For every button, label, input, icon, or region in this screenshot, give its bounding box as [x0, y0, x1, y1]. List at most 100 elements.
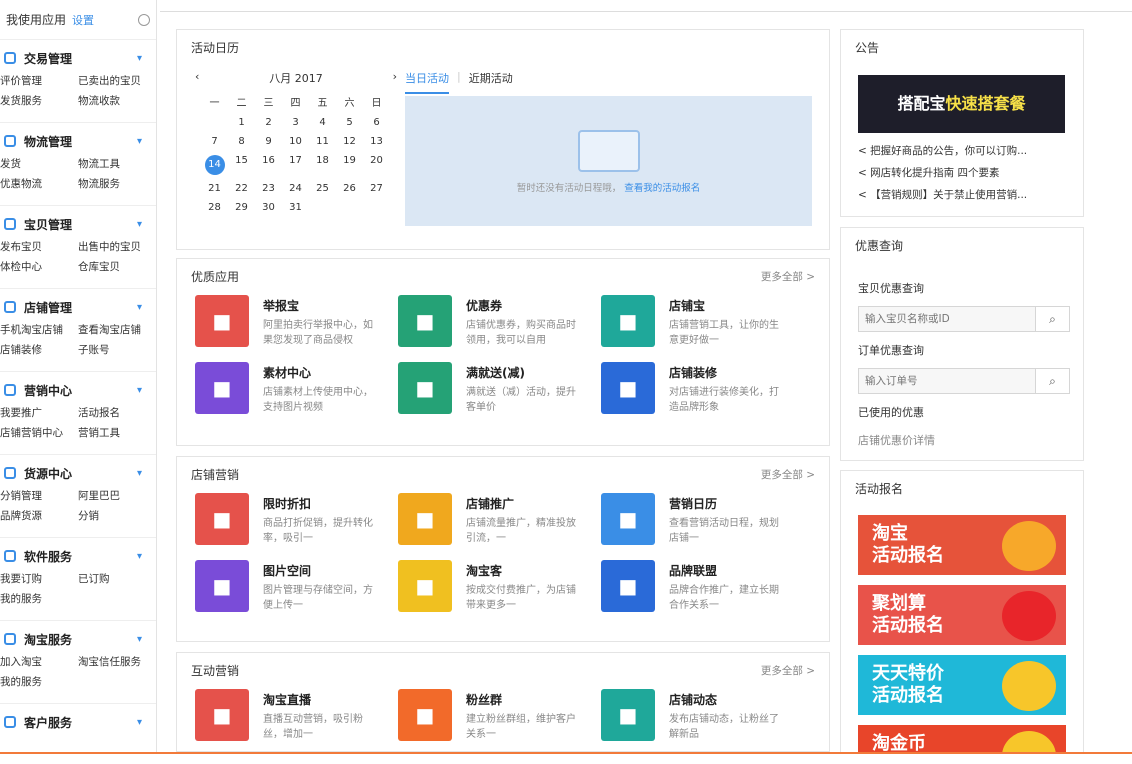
app-name[interactable]: 店铺宝 [669, 297, 781, 314]
app-name[interactable]: 粉丝群 [466, 691, 578, 708]
chevron-down-icon[interactable]: ▾ [137, 385, 142, 396]
app-tile[interactable]: ■ 店铺宝 店铺营销工具，让你的生意更好做一 [601, 295, 804, 348]
app-tile[interactable]: ■ 营销日历 查看营销活动日程，规划店铺一 [601, 493, 804, 546]
shop-section-more-link[interactable]: 更多全部 > [761, 457, 815, 493]
app-name[interactable]: 优惠券 [466, 297, 578, 314]
order-search-input[interactable] [859, 369, 1035, 393]
sidebar-item[interactable]: 子账号 [78, 342, 150, 357]
calendar-day[interactable]: 21 [201, 183, 228, 194]
calendar-day[interactable]: 28 [201, 202, 228, 213]
notice-banner[interactable]: 搭配宝快速搭套餐 [858, 75, 1065, 133]
calendar-day[interactable]: 31 [282, 202, 309, 213]
app-name[interactable]: 图片空间 [263, 562, 375, 579]
activity-promo-banner[interactable]: 聚划算 活动报名 [858, 585, 1066, 645]
sidebar-group-title[interactable]: 货源中心 ▾ [0, 461, 156, 485]
chevron-down-icon[interactable]: ▾ [137, 302, 142, 313]
sidebar-item[interactable]: 我要订购 [0, 571, 78, 586]
app-name[interactable]: 限时折扣 [263, 495, 375, 512]
calendar-day[interactable]: 9 [255, 136, 282, 147]
sidebar-item[interactable]: 我的服务 [0, 591, 78, 606]
next-month-icon[interactable]: › [393, 70, 397, 86]
calendar-day[interactable]: 14 [204, 155, 225, 175]
sidebar-item[interactable]: 店铺装修 [0, 342, 78, 357]
used-discount-link[interactable]: 已使用的优惠 [858, 404, 924, 420]
calendar-day[interactable]: 20 [363, 155, 390, 175]
app-name[interactable]: 营销日历 [669, 495, 781, 512]
image-icon[interactable]: ■ [195, 560, 249, 612]
calendar-day[interactable]: 15 [228, 155, 255, 175]
sidebar-item[interactable]: 优惠物流 [0, 176, 78, 191]
sidebar-item[interactable]: 发货 [0, 156, 78, 171]
sidebar-item[interactable]: 已订购 [78, 571, 150, 586]
app-name[interactable]: 店铺动态 [669, 691, 781, 708]
recommended-more-link[interactable]: 更多全部 > [761, 259, 815, 295]
sidebar-item[interactable]: 物流收款 [78, 93, 150, 108]
sidebar-item[interactable]: 分销 [78, 508, 150, 523]
shop-icon[interactable]: ■ [398, 493, 452, 545]
chevron-down-icon[interactable]: ▾ [137, 551, 142, 562]
calendar-day[interactable]: 25 [309, 183, 336, 194]
sidebar-group-title[interactable]: 客户服务 ▾ [0, 710, 156, 734]
sidebar-item[interactable]: 淘宝信任服务 [78, 654, 150, 669]
calendar-day[interactable]: 7 [201, 136, 228, 147]
gift-icon[interactable]: ■ [398, 362, 452, 414]
sidebar-item[interactable]: 出售中的宝贝 [78, 239, 150, 254]
sidebar-item[interactable]: 体检中心 [0, 259, 78, 274]
handshake-icon[interactable]: ■ [601, 560, 655, 612]
search-icon[interactable]: ⌕ [1035, 307, 1069, 331]
chevron-down-icon[interactable]: ▾ [137, 717, 142, 728]
broadcast-icon[interactable]: ■ [398, 689, 452, 741]
calendar-day[interactable]: 16 [255, 155, 282, 175]
tab-recent-activity[interactable]: 近期活动 [469, 70, 513, 94]
app-tile[interactable]: ■ 店铺推广 店铺流量推广，精准投放引流，一 [398, 493, 601, 546]
sidebar-group-title[interactable]: 物流管理 ▾ [0, 129, 156, 153]
calendar-day[interactable]: 19 [336, 155, 363, 175]
app-tile[interactable]: ■ 品牌联盟 品牌合作推广，建立长期合作关系一 [601, 560, 804, 613]
discount-detail-link[interactable]: 店铺优惠价详情 [858, 432, 935, 448]
sidebar-item[interactable]: 手机淘宝店铺 [0, 322, 78, 337]
sidebar-item[interactable]: 我要推广 [0, 405, 78, 420]
calendar-day[interactable]: 8 [228, 136, 255, 147]
app-tile[interactable]: ■ 粉丝群 建立粉丝群组，维护客户关系一 [398, 689, 601, 742]
notice-item[interactable]: < 【营销规则】关于禁止使用营销... [858, 184, 1027, 206]
clock-icon[interactable]: ■ [195, 493, 249, 545]
sidebar-item[interactable]: 物流工具 [78, 156, 150, 171]
app-tile[interactable]: ■ 素材中心 店铺素材上传使用中心，支持图片视频 [195, 362, 398, 415]
sidebar-group-title[interactable]: 店铺管理 ▾ [0, 295, 156, 319]
app-tile[interactable]: ■ 淘宝客 按成交付费推广，为店铺带来更多一 [398, 560, 601, 613]
sidebar-group-title[interactable]: 营销中心 ▾ [0, 378, 156, 402]
chevron-down-icon[interactable]: ▾ [137, 219, 142, 230]
calendar-day[interactable]: 10 [282, 136, 309, 147]
notice-item[interactable]: < 网店转化提升指南 四个要素 [858, 162, 1027, 184]
notice-item[interactable]: < 把握好商品的公告，你可以订购... [858, 140, 1027, 162]
sidebar-item[interactable]: 我的服务 [0, 674, 78, 689]
calendar-day[interactable]: 30 [255, 202, 282, 213]
app-tile[interactable]: ■ 优惠券 店铺优惠券，购买商品时领用，我可以自用 [398, 295, 601, 348]
calendar-day[interactable]: 2 [255, 117, 282, 128]
sidebar-item[interactable]: 物流服务 [78, 176, 150, 191]
app-tile[interactable]: ■ 举报宝 阿里拍卖行举报中心，如果您发现了商品侵权 [195, 295, 398, 348]
calendar-day[interactable]: 29 [228, 202, 255, 213]
app-name[interactable]: 淘宝直播 [263, 691, 375, 708]
calendar-day[interactable]: 3 [282, 117, 309, 128]
calendar-day[interactable]: 22 [228, 183, 255, 194]
sidebar-group-title[interactable]: 软件服务 ▾ [0, 544, 156, 568]
item-search-input[interactable] [859, 307, 1035, 331]
calendar-day[interactable]: 13 [363, 136, 390, 147]
puzzle-icon[interactable]: ■ [195, 362, 249, 414]
ticket-icon[interactable]: ■ [398, 560, 452, 612]
store-icon[interactable]: ■ [601, 295, 655, 347]
sidebar-group-title[interactable]: 淘宝服务 ▾ [0, 627, 156, 651]
calendar-day[interactable]: 12 [336, 136, 363, 147]
customize-link[interactable]: 设置 [72, 12, 94, 28]
calendar-day[interactable]: 27 [363, 183, 390, 194]
settings-icon[interactable] [138, 13, 150, 26]
calendar-day[interactable]: 1 [228, 117, 255, 128]
calendar-day[interactable]: 17 [282, 155, 309, 175]
sidebar-item[interactable]: 阿里巴巴 [78, 488, 150, 503]
coupon-icon[interactable]: ■ [398, 295, 452, 347]
sidebar-item[interactable]: 分销管理 [0, 488, 78, 503]
app-tile[interactable]: ■ 店铺动态 发布店铺动态，让粉丝了解新品 [601, 689, 804, 742]
chevron-down-icon[interactable]: ▾ [137, 468, 142, 479]
app-name[interactable]: 店铺装修 [669, 364, 781, 381]
